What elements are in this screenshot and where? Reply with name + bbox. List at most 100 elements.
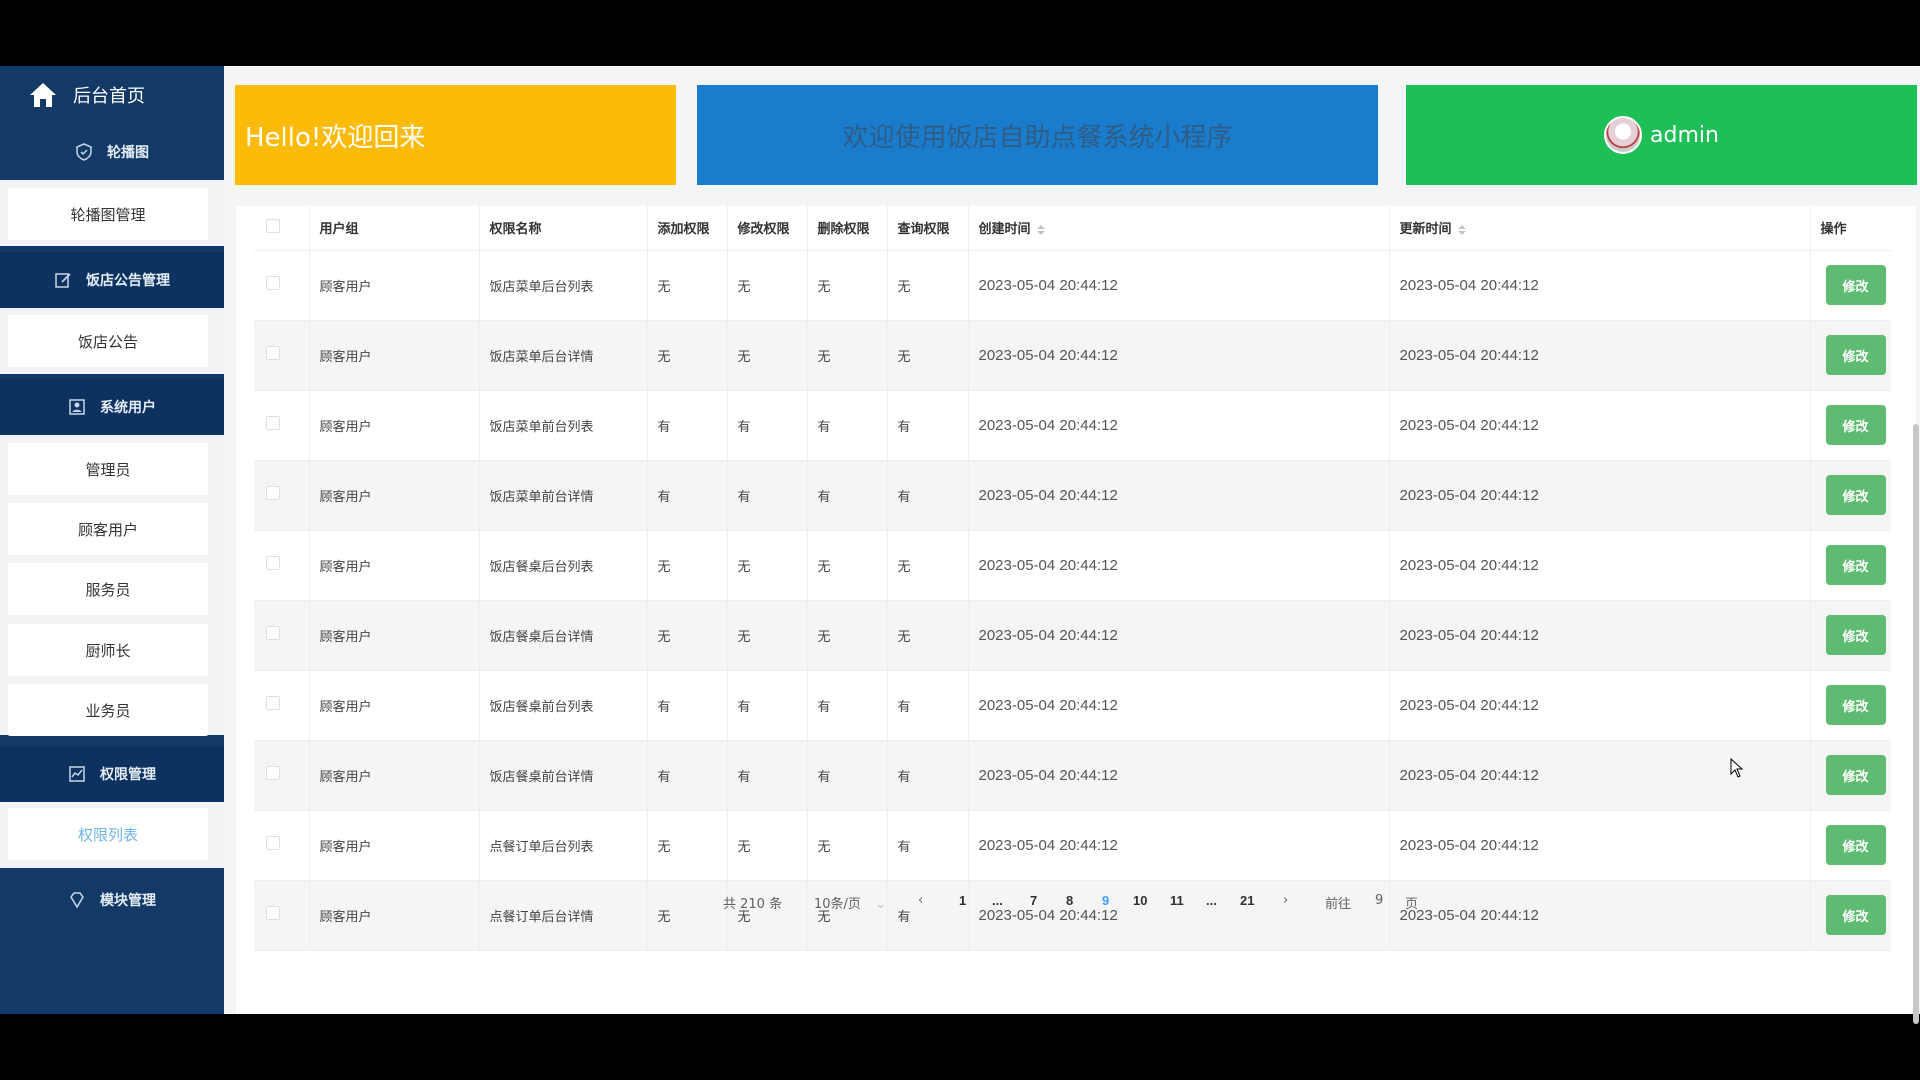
chevron-down-icon: ⌄ — [874, 897, 886, 912]
cell-name: 饭店菜单前台列表 — [479, 390, 648, 461]
edit-button[interactable]: 修改 — [1825, 685, 1886, 725]
col-header-delete: 删除权限 — [807, 206, 888, 251]
col-header-query: 查询权限 — [887, 206, 969, 251]
sidebar-item-permission-list[interactable]: 权限列表 — [8, 808, 208, 860]
scrollbar[interactable] — [1913, 424, 1919, 1024]
col-header-edit: 修改权限 — [727, 206, 808, 251]
pager-page[interactable]: 8 — [1066, 893, 1073, 908]
permission-table: 用户组 权限名称 添加权限 修改权限 删除权限 查询权限 创建时间 更新时间 操… — [254, 206, 1891, 951]
col-header-updated-label: 更新时间 — [1399, 222, 1452, 238]
cell-edit: 有 — [727, 460, 808, 531]
sidebar-group-label: 饭店公告管理 — [86, 273, 170, 289]
pager-page[interactable]: 10 — [1133, 893, 1147, 908]
cell-query: 无 — [887, 320, 969, 391]
table-row: 顾客用户 饭店菜单前台详情有有有有 2023-05-04 20:44:12 2023-… — [254, 460, 1891, 531]
cell-updated: 2023-05-04 20:44:12 — [1389, 530, 1811, 601]
pager-total: 共 210 条 — [723, 897, 783, 912]
cell-query: 无 — [887, 530, 969, 601]
edit-button[interactable]: 修改 — [1825, 405, 1886, 445]
select-all-checkbox[interactable] — [266, 218, 280, 233]
pager-size-label: 10条/页 — [814, 897, 861, 912]
cell-updated: 2023-05-04 20:44:12 — [1389, 460, 1811, 531]
sort-icon[interactable] — [1036, 224, 1045, 235]
sidebar-item-chef[interactable]: 厨师长 — [8, 624, 208, 676]
sidebar-item-waiter[interactable]: 服务员 — [8, 563, 208, 615]
edit-button[interactable]: 修改 — [1825, 825, 1886, 865]
chart-icon — [69, 766, 85, 782]
pager-page[interactable]: 1 — [959, 893, 966, 908]
pager-page[interactable]: 7 — [1030, 893, 1037, 908]
pager-goto-input[interactable]: 9 — [1375, 893, 1383, 908]
cell-name: 饭店餐桌后台列表 — [479, 530, 648, 601]
row-checkbox[interactable] — [266, 416, 280, 430]
cell-add: 无 — [647, 530, 728, 601]
cell-created: 2023-05-04 20:44:12 — [968, 530, 1390, 601]
cell-group: 顾客用户 — [309, 810, 480, 881]
cell-query: 无 — [887, 250, 969, 321]
pager-ellipsis[interactable]: ... — [1206, 893, 1217, 908]
edit-button[interactable]: 修改 — [1825, 335, 1886, 375]
cell-add: 有 — [647, 460, 728, 531]
edit-button[interactable]: 修改 — [1825, 475, 1886, 515]
welcome-card: Hello!欢迎回来 — [235, 85, 676, 185]
pager-ellipsis[interactable]: ... — [992, 893, 1003, 908]
edit-button[interactable]: 修改 — [1825, 265, 1886, 305]
row-checkbox[interactable] — [266, 696, 280, 710]
mouse-cursor-icon — [1730, 758, 1744, 778]
col-header-updated[interactable]: 更新时间 — [1389, 206, 1811, 251]
cell-delete: 无 — [807, 530, 888, 601]
pager-page[interactable]: 21 — [1240, 893, 1254, 908]
pager-next-button[interactable]: › — [1283, 893, 1288, 908]
sidebar-item-admin[interactable]: 管理员 — [8, 443, 208, 495]
cell-delete: 无 — [807, 320, 888, 391]
pager-goto-suffix: 页 — [1405, 897, 1419, 912]
cell-group: 顾客用户 — [309, 670, 480, 741]
pager-page-current[interactable]: 9 — [1102, 893, 1109, 908]
system-title-card: 欢迎使用饭店自助点餐系统小程序 — [697, 85, 1378, 185]
col-header-created[interactable]: 创建时间 — [968, 206, 1390, 251]
edit-button[interactable]: 修改 — [1825, 755, 1886, 795]
cell-group: 顾客用户 — [309, 250, 480, 321]
sidebar-group-permissions[interactable]: 权限管理 — [0, 746, 224, 802]
sidebar-group-carousel[interactable]: 轮播图 — [0, 124, 224, 180]
sidebar-item-salesman[interactable]: 业务员 — [8, 684, 208, 736]
row-checkbox[interactable] — [266, 486, 280, 500]
sort-icon[interactable] — [1457, 224, 1466, 235]
avatar[interactable] — [1604, 116, 1643, 154]
sidebar-item-customer[interactable]: 顾客用户 — [8, 503, 208, 555]
pager-prev-button[interactable]: ‹ — [918, 893, 923, 908]
sidebar-group-notice[interactable]: 饭店公告管理 — [0, 252, 224, 308]
sidebar-item-carousel-manage[interactable]: 轮播图管理 — [8, 188, 208, 240]
username: admin — [1650, 122, 1719, 148]
cell-delete: 无 — [807, 810, 888, 881]
edit-button[interactable]: 修改 — [1825, 615, 1886, 655]
row-checkbox[interactable] — [266, 346, 280, 360]
app-window: 后台首页 轮播图 轮播图管理 饭店公告管理 饭店公告 系统用户 管理员 顾客用户… — [0, 66, 1920, 1024]
sidebar-group-users[interactable]: 系统用户 — [0, 379, 224, 435]
cell-name: 点餐订单后台列表 — [479, 810, 648, 881]
cell-name: 饭店餐桌前台列表 — [479, 670, 648, 741]
row-checkbox[interactable] — [266, 836, 280, 850]
pager-size-select[interactable]: 10条/页 ⌄ — [814, 893, 886, 912]
cell-delete: 有 — [807, 390, 888, 461]
user-card[interactable]: admin — [1406, 85, 1917, 185]
cell-created: 2023-05-04 20:44:12 — [968, 250, 1390, 321]
cell-query: 无 — [887, 600, 969, 671]
col-header-action: 操作 — [1810, 206, 1891, 251]
table-row: 顾客用户 饭店餐桌后台详情无无无无 2023-05-04 20:44:12 2023-… — [254, 600, 1891, 671]
sidebar-item-notice[interactable]: 饭店公告 — [8, 315, 208, 367]
cell-edit: 无 — [727, 530, 808, 601]
row-checkbox[interactable] — [266, 556, 280, 570]
home-icon — [30, 83, 56, 107]
row-checkbox[interactable] — [266, 626, 280, 640]
row-checkbox[interactable] — [266, 276, 280, 290]
row-checkbox[interactable] — [266, 766, 280, 780]
cell-group: 顾客用户 — [309, 600, 480, 671]
pager-page[interactable]: 11 — [1170, 893, 1184, 908]
sidebar-group-label: 权限管理 — [100, 767, 156, 783]
sidebar: 后台首页 轮播图 轮播图管理 饭店公告管理 饭店公告 系统用户 管理员 顾客用户… — [0, 66, 224, 1014]
cell-group: 顾客用户 — [309, 460, 480, 531]
pager-goto-prefix: 前往 — [1325, 897, 1352, 912]
sidebar-home[interactable]: 后台首页 — [0, 66, 224, 124]
edit-button[interactable]: 修改 — [1825, 545, 1886, 585]
